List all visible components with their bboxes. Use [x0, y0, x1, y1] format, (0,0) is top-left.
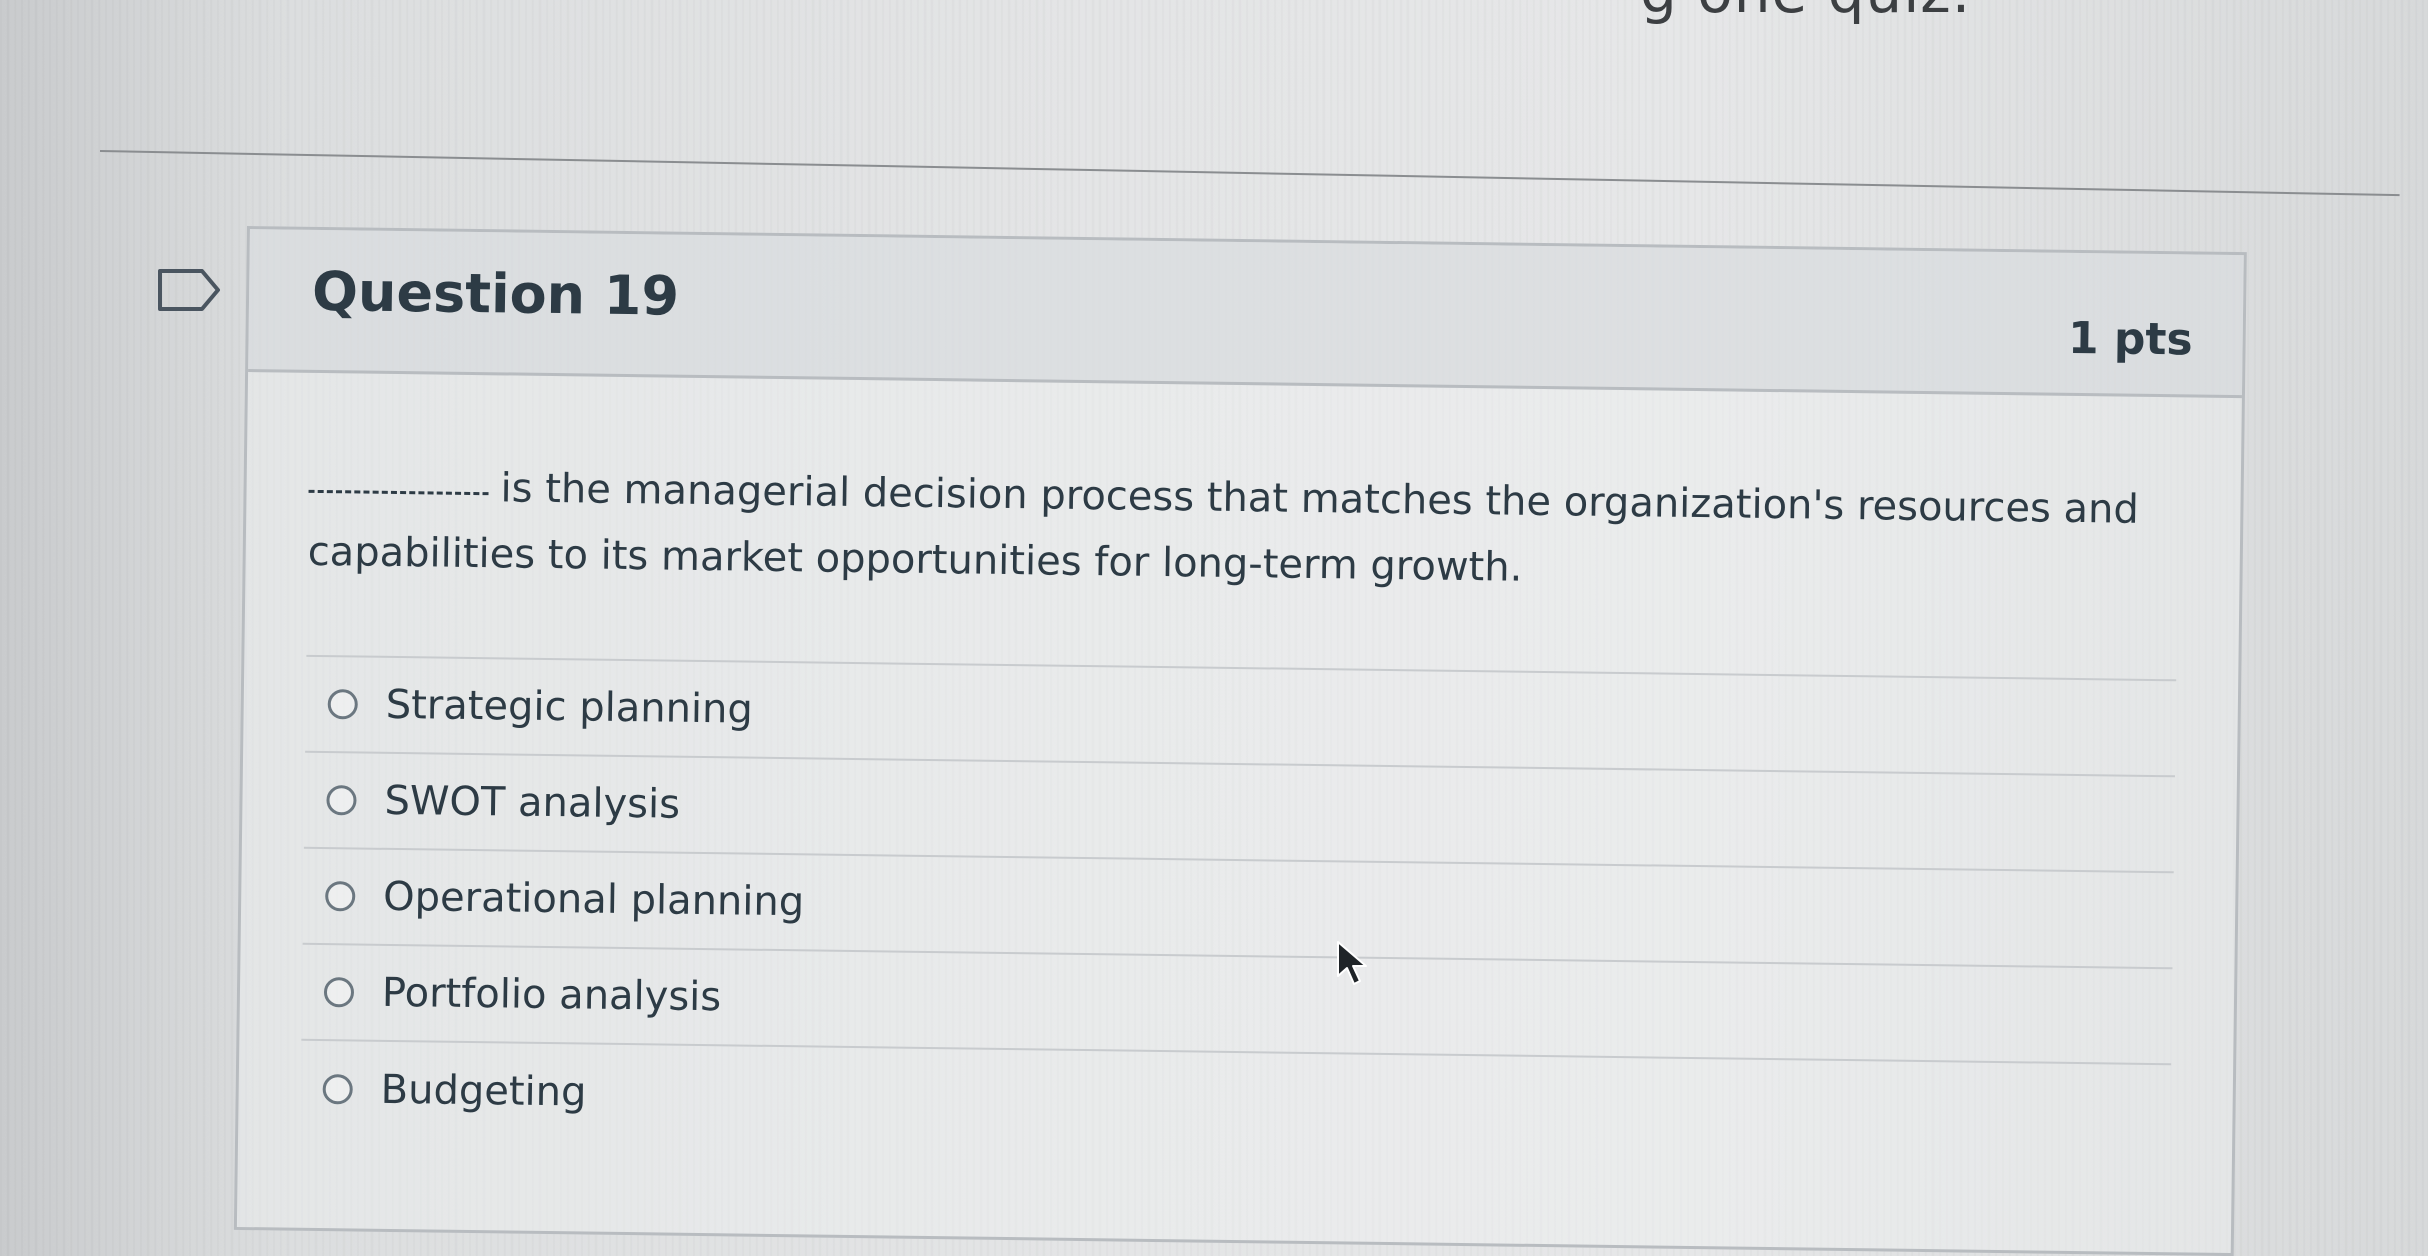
flag-icon: [158, 269, 220, 311]
answer-label[interactable]: Budgeting: [380, 1067, 586, 1116]
radio-unselected-icon[interactable]: [323, 977, 355, 1008]
answer-label[interactable]: Portfolio analysis: [382, 970, 722, 1020]
question-card: Question 19 1 pts is the managerial deci…: [233, 226, 2247, 1256]
section-divider: [99, 150, 2400, 197]
radio-unselected-icon[interactable]: [325, 881, 356, 912]
radio-unselected-icon[interactable]: [326, 785, 357, 816]
question-body: is the managerial decision process that …: [238, 372, 2242, 1162]
answer-list: Strategic planning SWOT analysis Operati…: [300, 654, 2177, 1162]
top-partial-text: g one quiz.: [1640, 0, 1971, 26]
radio-unselected-icon[interactable]: [327, 689, 358, 720]
question-title: Question 19: [311, 259, 680, 328]
fill-in-blank: [308, 489, 489, 496]
question-text: is the managerial decision process that …: [307, 465, 2140, 591]
answer-label[interactable]: Strategic planning: [385, 682, 753, 733]
mouse-cursor-icon: [1337, 941, 1367, 985]
question-text-container: is the managerial decision process that …: [307, 453, 2149, 609]
answer-label[interactable]: Operational planning: [383, 874, 805, 926]
radio-unselected-icon[interactable]: [322, 1074, 353, 1105]
question-header: Question 19 1 pts: [248, 229, 2244, 399]
answer-label[interactable]: SWOT analysis: [384, 778, 680, 828]
flag-question-button[interactable]: [156, 265, 226, 315]
question-points: 1 pts: [2067, 312, 2194, 366]
